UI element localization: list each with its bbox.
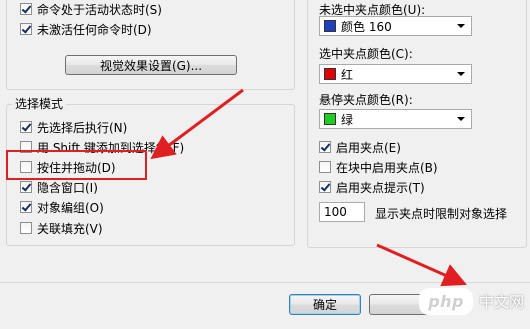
arrow-to-ok-button: [376, 243, 467, 287]
arrow-to-press-drag: [150, 88, 244, 160]
watermark-logo: php: [419, 288, 473, 315]
annotation-arrows: [150, 88, 467, 287]
watermark: php 中文网: [419, 288, 524, 315]
watermark-text: 中文网: [478, 293, 524, 311]
